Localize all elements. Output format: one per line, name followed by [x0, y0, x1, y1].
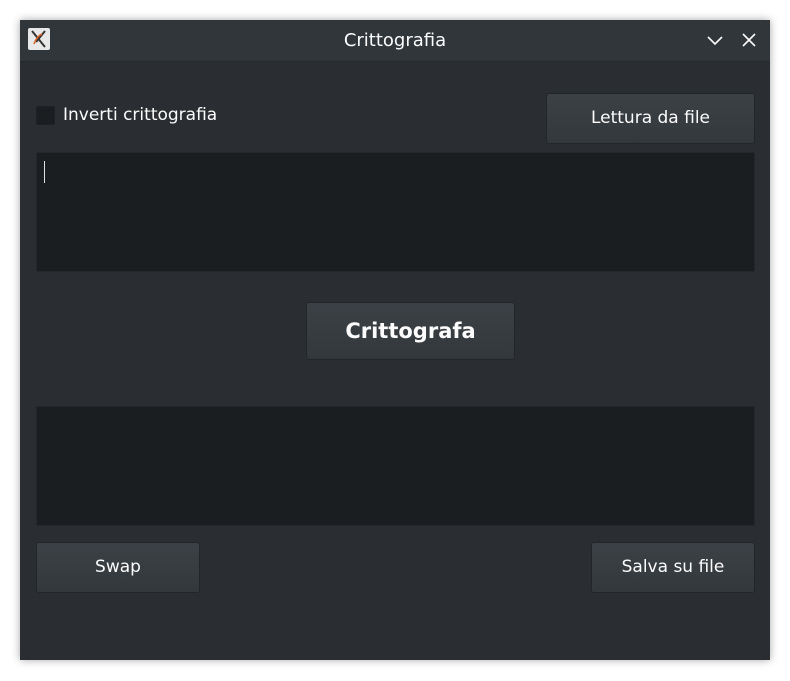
- output-text-area[interactable]: [36, 406, 755, 526]
- title-bar[interactable]: Crittografia: [20, 20, 770, 62]
- invert-encryption-checkbox[interactable]: [36, 105, 55, 125]
- read-from-file-button[interactable]: Lettura da file: [546, 93, 755, 144]
- encrypt-button[interactable]: Crittografa: [306, 302, 515, 360]
- swap-button[interactable]: Swap: [36, 542, 200, 593]
- chevron-down-icon[interactable]: [704, 29, 726, 51]
- invert-encryption-option[interactable]: Inverti crittografia: [36, 104, 217, 126]
- text-cursor: [44, 161, 45, 183]
- app-window: Crittografia Inverti crittografia Lettur…: [20, 20, 770, 660]
- input-text-area[interactable]: [36, 152, 755, 272]
- save-to-file-button[interactable]: Salva su file: [591, 542, 755, 593]
- window-title: Crittografia: [343, 30, 447, 51]
- invert-encryption-label: Inverti crittografia: [63, 105, 218, 125]
- close-icon[interactable]: [738, 29, 760, 51]
